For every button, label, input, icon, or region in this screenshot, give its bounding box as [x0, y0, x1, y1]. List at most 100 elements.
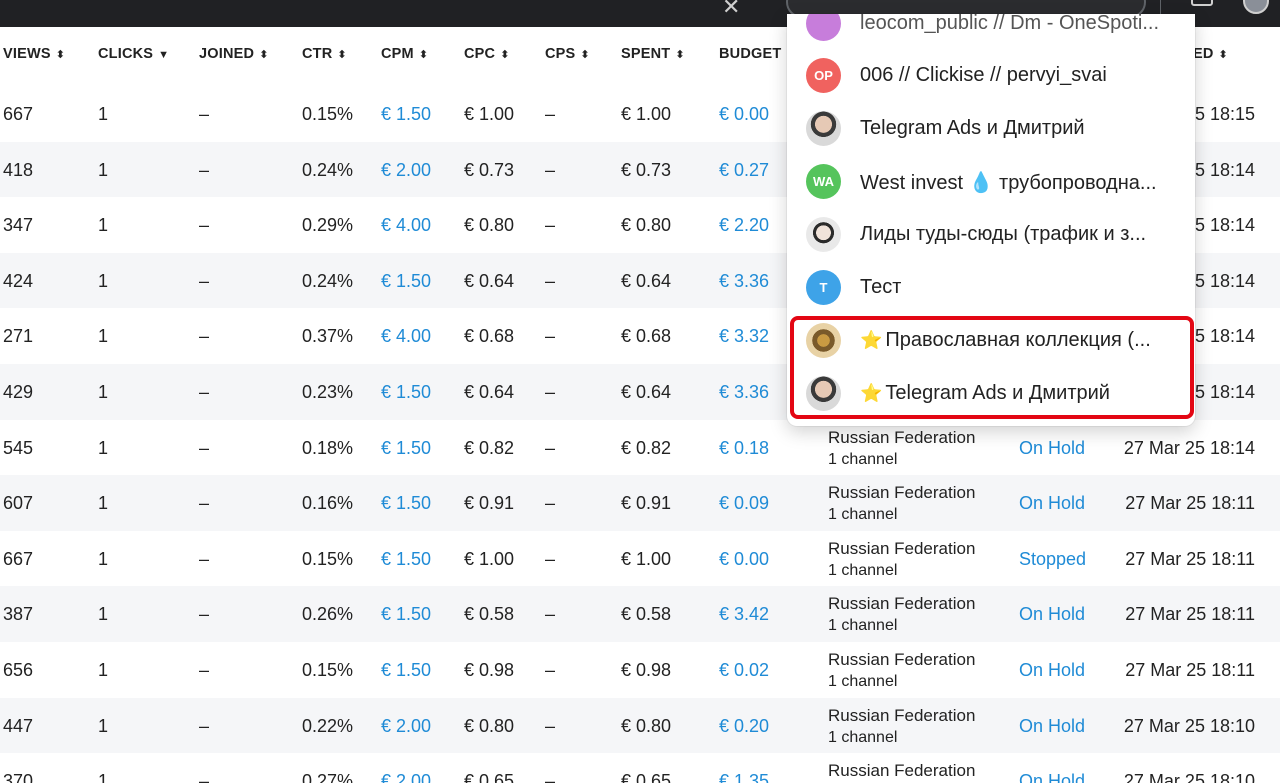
cell-joined: –: [199, 548, 210, 569]
cell-budget[interactable]: € 3.32: [719, 326, 769, 347]
dropdown-item-label: Лиды туды-сюды (трафик и з...: [860, 223, 1146, 246]
cell-budget[interactable]: € 0.20: [719, 716, 769, 737]
cell-spent: € 0.80: [621, 715, 672, 736]
column-header-ed[interactable]: ED ⬍: [1193, 46, 1228, 62]
cell-cpm[interactable]: € 1.50: [381, 604, 431, 625]
cell-cpm[interactable]: € 4.00: [381, 326, 431, 347]
column-header-label: JOINED: [199, 46, 255, 62]
dropdown-item[interactable]: Лиды туды-сюды (трафик и з...: [787, 208, 1195, 261]
cell-budget[interactable]: € 0.02: [719, 660, 769, 681]
cell-budget[interactable]: € 2.20: [719, 215, 769, 236]
column-header-label: SPENT: [621, 46, 671, 62]
sort-icon[interactable]: ⬍: [675, 49, 684, 61]
cell-joined: –: [199, 104, 210, 124]
cell-budget[interactable]: € 3.36: [719, 271, 769, 292]
status-link[interactable]: Stopped: [1019, 549, 1086, 570]
status-link[interactable]: On Hold: [1019, 660, 1085, 681]
column-header-label: CLICKS: [98, 46, 154, 62]
cell-cpc: € 0.65: [464, 771, 515, 783]
cell-budget[interactable]: € 3.36: [719, 382, 769, 403]
sort-icon[interactable]: ⬍: [1219, 49, 1228, 61]
sort-icon[interactable]: ▼: [158, 49, 169, 61]
cell-spent: € 0.68: [621, 326, 672, 347]
cell-clicks: 1: [98, 215, 109, 236]
cell-budget[interactable]: € 0.00: [719, 549, 769, 570]
dropdown-item[interactable]: WA West invest 💧 трубопроводна...: [787, 155, 1195, 208]
table-row[interactable]: 656 1 – 0.15% € 1.50 € 0.98 – € 0.98 € 0.02 Russi…: [0, 642, 1280, 698]
cell-cpc: € 1.00: [464, 104, 515, 124]
column-header-clicks[interactable]: CLICKS ▼: [98, 46, 169, 62]
cell-target-sub: 1 channel: [828, 617, 898, 635]
status-link[interactable]: On Hold: [1019, 438, 1085, 459]
status-link[interactable]: On Hold: [1019, 716, 1085, 737]
toolbar-divider: [1160, 0, 1161, 14]
cell-cpc: € 0.64: [464, 382, 515, 402]
cell-budget[interactable]: € 1.35: [719, 771, 769, 783]
cell-cpm[interactable]: € 2.00: [381, 160, 431, 181]
sort-icon[interactable]: ⬍: [419, 49, 428, 61]
sort-icon[interactable]: ⬍: [259, 49, 268, 61]
status-link[interactable]: On Hold: [1019, 771, 1085, 783]
close-icon[interactable]: ✕: [722, 0, 740, 20]
tab-search-icon[interactable]: [1191, 0, 1213, 6]
sort-icon[interactable]: ⬍: [56, 49, 65, 61]
column-header-joined[interactable]: JOINED ⬍: [199, 46, 269, 62]
cell-cpm[interactable]: € 4.00: [381, 215, 431, 236]
column-header-spent[interactable]: SPENT ⬍: [621, 46, 685, 62]
cell-ctr: 0.27%: [302, 771, 354, 783]
table-row[interactable]: 387 1 – 0.26% € 1.50 € 0.58 – € 0.58 € 3.42 Russi…: [0, 586, 1280, 642]
table-row[interactable]: 545 1 – 0.18% € 1.50 € 0.82 – € 0.82 € 0.18 Russi…: [0, 420, 1280, 476]
cell-cps: –: [545, 771, 556, 783]
column-header-cpc[interactable]: CPC ⬍: [464, 46, 510, 62]
dropdown-item[interactable]: Telegram Ads и Дмитрий: [787, 102, 1195, 155]
cell-budget[interactable]: € 0.18: [719, 438, 769, 459]
table-row[interactable]: 607 1 – 0.16% € 1.50 € 0.91 – € 0.91 € 0.09 Russi…: [0, 475, 1280, 531]
profile-avatar[interactable]: [1243, 0, 1269, 14]
cell-cpm[interactable]: € 1.50: [381, 493, 431, 514]
cell-spent: € 0.82: [621, 437, 672, 458]
column-header-budget[interactable]: BUDGET: [719, 46, 786, 62]
table-row[interactable]: 370 1 – 0.27% € 2.00 € 0.65 – € 0.65 € 1.35 Russi…: [0, 753, 1280, 783]
cell-views: 667: [3, 104, 34, 124]
cell-budget[interactable]: € 0.00: [719, 104, 769, 125]
cell-budget[interactable]: € 0.09: [719, 493, 769, 514]
avatar-initials: T: [819, 280, 828, 295]
cell-budget[interactable]: € 3.42: [719, 604, 769, 625]
table-row[interactable]: 447 1 – 0.22% € 2.00 € 0.80 – € 0.80 € 0.20 Russi…: [0, 697, 1280, 754]
cell-date: 5 18:14: [1194, 270, 1255, 291]
cell-date: 27 Mar 25 18:11: [1125, 493, 1255, 514]
sort-icon[interactable]: ⬍: [500, 49, 509, 61]
column-header-cps[interactable]: CPS ⬍: [545, 46, 590, 62]
cell-cpm[interactable]: € 2.00: [381, 716, 431, 737]
cell-budget[interactable]: € 0.27: [719, 160, 769, 181]
cell-cpm[interactable]: € 1.50: [381, 382, 431, 403]
dropdown-item-label: Тест: [860, 276, 901, 299]
dropdown-item[interactable]: OP 006 // Clickise // pervyi_svai: [787, 49, 1195, 102]
cell-cpm[interactable]: € 2.00: [381, 771, 431, 783]
cell-date: 5 18:14: [1194, 326, 1255, 347]
column-header-ctr[interactable]: CTR ⬍: [302, 46, 347, 62]
table-row[interactable]: 667 1 – 0.15% € 1.50 € 1.00 – € 1.00 € 0.00 Russi…: [0, 531, 1280, 587]
cell-joined: –: [199, 326, 210, 347]
cell-cpm[interactable]: € 1.50: [381, 104, 431, 125]
column-header-cpm[interactable]: CPM ⬍: [381, 46, 428, 62]
sort-icon[interactable]: ⬍: [337, 49, 346, 61]
cell-ctr: 0.15%: [302, 660, 354, 680]
cell-ctr: 0.23%: [302, 382, 354, 402]
status-link[interactable]: On Hold: [1019, 493, 1085, 514]
cell-views: 607: [3, 493, 34, 514]
dropdown-item[interactable]: leocom_public // Dm - OneSpoti...: [787, 14, 1195, 50]
dropdown-item[interactable]: T Тест: [787, 261, 1195, 314]
cell-target-sub: 1 channel: [828, 450, 898, 468]
avatar-initials: OP: [814, 68, 833, 83]
sort-icon[interactable]: ⬍: [580, 49, 589, 61]
cell-spent: € 0.65: [621, 771, 672, 783]
avatar-initials: WA: [813, 174, 834, 189]
column-header-views[interactable]: VIEWS ⬍: [3, 46, 65, 62]
cell-cpm[interactable]: € 1.50: [381, 660, 431, 681]
status-link[interactable]: On Hold: [1019, 604, 1085, 625]
cell-cpm[interactable]: € 1.50: [381, 549, 431, 570]
cell-cpm[interactable]: € 1.50: [381, 271, 431, 292]
cell-cpm[interactable]: € 1.50: [381, 438, 431, 459]
cell-clicks: 1: [98, 715, 109, 736]
